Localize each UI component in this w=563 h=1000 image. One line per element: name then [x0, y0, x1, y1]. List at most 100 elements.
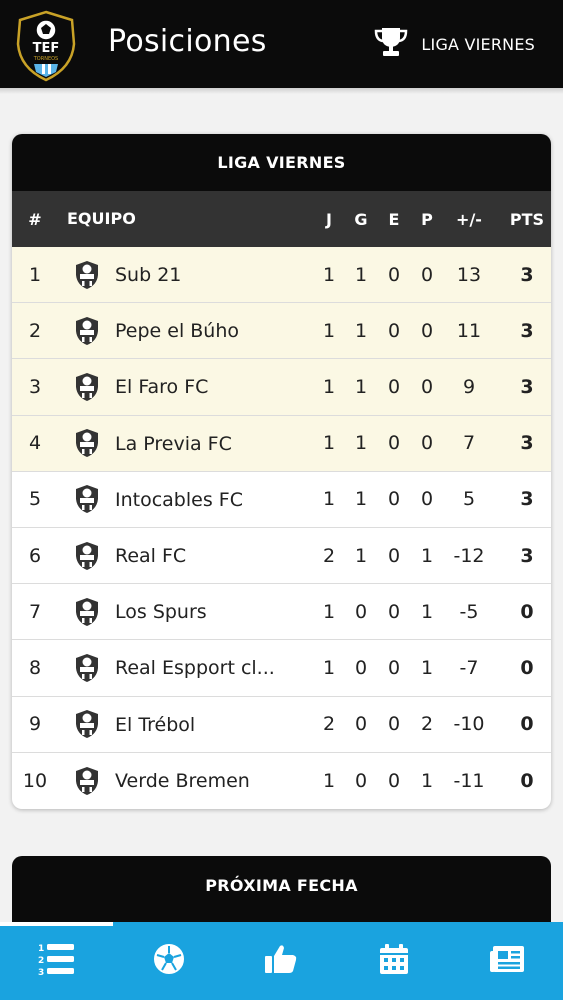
stat-e: 0 [387, 432, 401, 455]
row-position: 3 [28, 375, 42, 398]
stat-dif: -12 [453, 544, 485, 567]
stat-j: 1 [322, 263, 336, 286]
next-date-title: PRÓXIMA FECHA [205, 875, 358, 895]
table-row[interactable]: 7 Los Spurs 1 0 0 1 -5 0 [12, 584, 551, 641]
stat-e: 0 [387, 263, 401, 286]
svg-text:2: 2 [38, 956, 44, 966]
team-badge-icon [73, 753, 101, 809]
table-row[interactable]: 2 Pepe el Búho 1 1 0 0 11 3 [12, 303, 551, 360]
col-p: P [421, 209, 433, 229]
stat-p: 1 [420, 600, 434, 623]
thumbs-up-icon [264, 943, 298, 979]
team-badge-icon [73, 303, 101, 358]
table-row[interactable]: 10 Verde Bremen 1 0 0 1 -11 0 [12, 753, 551, 809]
stat-dif: -7 [459, 656, 479, 679]
nav-news[interactable] [450, 922, 563, 1000]
team-name: La Previa FC [115, 432, 232, 455]
stat-dif: 9 [462, 375, 476, 398]
stat-p: 1 [420, 769, 434, 792]
stat-j: 1 [322, 375, 336, 398]
row-position: 8 [28, 656, 42, 679]
stat-dif: -5 [459, 600, 479, 623]
stat-e: 0 [387, 600, 401, 623]
stat-p: 0 [420, 375, 434, 398]
stat-p: 0 [420, 319, 434, 342]
stat-dif: 7 [462, 432, 476, 455]
stat-e: 0 [387, 769, 401, 792]
table-row[interactable]: 9 El Trébol 2 0 0 2 -10 0 [12, 697, 551, 753]
stat-pts: 0 [520, 713, 534, 736]
col-g: G [354, 209, 368, 229]
stat-j: 2 [322, 544, 336, 567]
table-row[interactable]: 6 Real FC 2 1 0 1 -12 3 [12, 528, 551, 585]
table-row[interactable]: 5 Intocables FC 1 1 0 0 5 3 [12, 472, 551, 528]
col-team: EQUIPO [67, 209, 136, 228]
nav-calendar[interactable] [338, 922, 451, 1000]
row-position: 10 [22, 769, 48, 792]
row-position: 7 [28, 600, 42, 623]
league-selector[interactable]: LIGA VIERNES [373, 26, 535, 62]
stat-e: 0 [387, 713, 401, 736]
standings-rows: 1 Sub 21 1 1 0 0 13 3 2 Pepe el Búho 1 1 0 0 11 3 3 El Fa… [12, 247, 551, 809]
col-pos: # [28, 209, 42, 229]
stat-g: 0 [354, 600, 368, 623]
row-position: 9 [28, 713, 42, 736]
nav-standings[interactable]: 1 2 3 [0, 922, 113, 1000]
standings-title: LIGA VIERNES [12, 134, 551, 191]
table-row[interactable]: 8 Real Espport cl... 1 0 0 1 -7 0 [12, 640, 551, 697]
stat-dif: 11 [456, 319, 482, 342]
stat-g: 1 [354, 375, 368, 398]
col-e: E [388, 209, 400, 229]
stat-dif: -10 [453, 713, 485, 736]
team-name: Los Spurs [115, 601, 207, 624]
team-badge-icon [73, 247, 101, 302]
standings-card: LIGA VIERNES # EQUIPO J G E P +/- PTS 1 S… [12, 134, 551, 809]
stat-g: 1 [354, 488, 368, 511]
row-position: 5 [28, 488, 42, 511]
team-badge-icon [73, 472, 101, 527]
standings-list-icon: 1 2 3 [37, 942, 75, 980]
table-row[interactable]: 1 Sub 21 1 1 0 0 13 3 [12, 247, 551, 304]
stat-e: 0 [387, 544, 401, 567]
stat-pts: 3 [520, 544, 534, 567]
stat-p: 0 [420, 263, 434, 286]
stat-p: 0 [420, 488, 434, 511]
tef-logo: TEF TORNEOS [12, 10, 80, 82]
stat-p: 1 [420, 544, 434, 567]
nav-favorites[interactable] [225, 922, 338, 1000]
stat-g: 1 [354, 319, 368, 342]
stat-j: 1 [322, 319, 336, 342]
stat-pts: 3 [520, 263, 534, 286]
col-dif: +/- [456, 209, 482, 229]
row-position: 1 [28, 263, 42, 286]
table-row[interactable]: 3 El Faro FC 1 1 0 0 9 3 [12, 359, 551, 416]
stat-j: 1 [322, 488, 336, 511]
stat-dif: 13 [456, 263, 482, 286]
nav-matches[interactable] [113, 922, 226, 1000]
team-name: El Faro FC [115, 376, 209, 399]
row-position: 4 [28, 432, 42, 455]
bottom-nav: 1 2 3 [0, 922, 563, 1000]
team-name: Pepe el Búho [115, 320, 240, 343]
team-badge-icon [73, 640, 101, 695]
stat-pts: 3 [520, 319, 534, 342]
calendar-icon [379, 943, 409, 979]
stat-pts: 0 [520, 600, 534, 623]
stat-g: 0 [354, 656, 368, 679]
stat-g: 1 [354, 263, 368, 286]
table-header: # EQUIPO J G E P +/- PTS [12, 191, 551, 247]
stat-e: 0 [387, 319, 401, 342]
stat-pts: 0 [520, 656, 534, 679]
stat-g: 1 [354, 432, 368, 455]
league-selector-label: LIGA VIERNES [421, 34, 535, 54]
svg-text:3: 3 [38, 968, 44, 976]
table-row[interactable]: 4 La Previa FC 1 1 0 0 7 3 [12, 415, 551, 472]
stat-e: 0 [387, 656, 401, 679]
stat-pts: 0 [520, 769, 534, 792]
team-name: Verde Bremen [115, 769, 250, 792]
stat-pts: 3 [520, 488, 534, 511]
stat-g: 0 [354, 713, 368, 736]
team-name: Intocables FC [115, 488, 243, 511]
stat-dif: 5 [462, 488, 476, 511]
app-header: TEF TORNEOS Posiciones LIGA VIERNES [0, 0, 563, 88]
